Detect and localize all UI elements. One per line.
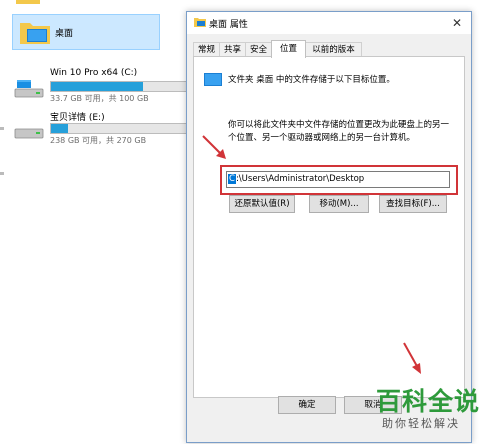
path-selected-text: C [228, 174, 236, 184]
location-description: 你可以将此文件夹中文件存储的位置更改为此硬盘上的另一个位置、另一个驱动器或网络上… [228, 120, 450, 143]
tab-sharing[interactable]: 共享 [219, 42, 246, 57]
drive-c[interactable]: Win 10 Pro x64 (C:) 33.7 GB 可用，共 100 GB [14, 68, 192, 108]
nav-pane-edge [0, 172, 4, 175]
drive-name: Win 10 Pro x64 (C:) [50, 68, 138, 78]
hard-drive-icon [14, 80, 44, 98]
properties-dialog: 桌面 属性 ✕ 常规 共享 安全 位置 以前的版本 文件夹 桌面 中的文件存储于… [186, 11, 472, 443]
watermark-subtitle: 助你轻松解决 [382, 417, 460, 430]
drive-e[interactable]: 宝贝详情 (E:) 238 GB 可用，共 270 GB [14, 110, 192, 150]
dialog-titlebar[interactable]: 桌面 属性 ✕ [187, 12, 471, 34]
path-text: :\Users\Administrator\Desktop [235, 174, 365, 184]
ok-button[interactable]: 确定 [278, 396, 336, 414]
find-target-button[interactable]: 查找目标(F)... [379, 195, 447, 213]
red-arrow-icon [403, 342, 421, 374]
drive-usage-bar [50, 123, 192, 134]
drive-usage-fill [51, 124, 68, 133]
desktop-folder-icon [20, 23, 50, 44]
dialog-title: 桌面 属性 [209, 20, 248, 30]
location-info-text: 文件夹 桌面 中的文件存储于以下目标位置。 [228, 75, 395, 85]
restore-default-button[interactable]: 还原默认值(R) [229, 195, 295, 213]
tab-general[interactable]: 常规 [193, 42, 220, 57]
drive-size-text: 238 GB 可用，共 270 GB [50, 136, 147, 145]
desktop-folder-icon [204, 73, 222, 86]
move-button[interactable]: 移动(M)... [309, 195, 369, 213]
desktop-folder-label: 桌面 [55, 29, 74, 39]
hard-drive-icon [14, 128, 44, 139]
desktop-folder-item[interactable]: 桌面 [12, 14, 160, 50]
drive-name: 宝贝详情 (E:) [50, 113, 105, 123]
nav-pane-edge [0, 127, 4, 130]
tab-security[interactable]: 安全 [245, 42, 272, 57]
tab-previous-versions[interactable]: 以前的版本 [305, 42, 362, 57]
location-path-input[interactable]: C:\Users\Administrator\Desktop [226, 171, 450, 188]
folder-icon [16, 0, 40, 4]
close-icon[interactable]: ✕ [443, 12, 471, 34]
drive-usage-fill [51, 82, 144, 91]
tab-location[interactable]: 位置 [271, 40, 306, 58]
watermark-title: 百科全说 [376, 387, 481, 416]
red-arrow-icon [202, 135, 226, 159]
folder-icon [194, 18, 206, 27]
drive-size-text: 33.7 GB 可用，共 100 GB [50, 94, 149, 103]
drive-usage-bar [50, 81, 192, 92]
watermark-logo: 百科全说 助你轻松解决 [372, 382, 494, 442]
